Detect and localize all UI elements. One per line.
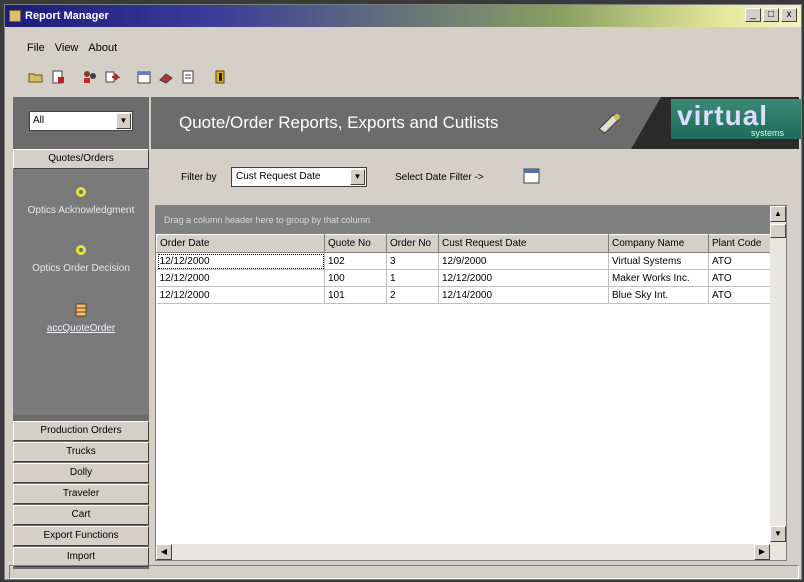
minimize-button[interactable]: _ bbox=[745, 8, 761, 22]
eraser-icon[interactable] bbox=[155, 67, 177, 87]
sidebar-item-optics-order[interactable]: Optics Order Decision bbox=[13, 241, 149, 274]
table-cell[interactable]: 101 bbox=[324, 286, 387, 304]
table-cell[interactable]: 1 bbox=[386, 269, 439, 287]
group-trucks[interactable]: Trucks bbox=[13, 442, 149, 462]
date-filter-label: Select Date Filter -> bbox=[395, 172, 484, 183]
group-by-area[interactable]: Drag a column header here to group by th… bbox=[156, 206, 770, 234]
report-icon[interactable] bbox=[47, 67, 69, 87]
table-row[interactable]: 12/12/2000 101 2 12/14/2000 Blue Sky Int… bbox=[156, 286, 771, 304]
sidebar-item-optics-ack[interactable]: Optics Acknowledgment bbox=[13, 183, 149, 216]
scroll-up-icon[interactable]: ▲ bbox=[770, 206, 786, 222]
exit-icon[interactable] bbox=[209, 67, 231, 87]
menu-bar: File View About bbox=[5, 39, 117, 57]
table-cell[interactable]: 100 bbox=[324, 269, 387, 287]
sidebar: All ▼ Quotes/Orders Optics Acknowledgmen… bbox=[13, 97, 149, 569]
table-cell[interactable]: 3 bbox=[386, 252, 439, 270]
table-cell[interactable]: Virtual Systems bbox=[608, 252, 709, 270]
title-bar[interactable]: Report Manager _ □ x bbox=[5, 5, 801, 27]
sidebar-item-label: Optics Acknowledgment bbox=[27, 205, 135, 216]
toolbar bbox=[25, 65, 231, 89]
scroll-right-icon[interactable]: ▶ bbox=[754, 544, 770, 560]
calendar-icon[interactable] bbox=[133, 67, 155, 87]
table-cell[interactable]: 12/12/2000 bbox=[156, 252, 325, 270]
table-cell[interactable]: 12/12/2000 bbox=[438, 269, 609, 287]
results-table: Order Date Quote No Order No Cust Reques… bbox=[156, 234, 771, 304]
sidebar-group-body: Optics Acknowledgment Optics Order Decis… bbox=[13, 169, 149, 415]
filter-by-select[interactable]: Cust Request Date ▼ bbox=[231, 167, 367, 187]
table-cell[interactable]: 12/12/2000 bbox=[156, 269, 325, 287]
sidebar-item-label: Optics Order Decision bbox=[32, 263, 130, 274]
tools-icon bbox=[598, 114, 620, 134]
group-production-orders[interactable]: Production Orders bbox=[13, 421, 149, 441]
status-bar bbox=[9, 565, 799, 579]
app-icon bbox=[9, 10, 21, 22]
main-panel: Quote/Order Reports, Exports and Cutlist… bbox=[151, 97, 801, 569]
scroll-left-icon[interactable]: ◀ bbox=[156, 544, 172, 560]
users-icon[interactable] bbox=[79, 67, 101, 87]
chevron-down-icon[interactable]: ▼ bbox=[116, 113, 131, 129]
open-folder-icon[interactable] bbox=[25, 67, 47, 87]
table-cell[interactable]: Maker Works Inc. bbox=[608, 269, 709, 287]
app-window: Report Manager _ □ x File View About All… bbox=[4, 4, 802, 580]
page-title: Quote/Order Reports, Exports and Cutlist… bbox=[179, 113, 499, 132]
table-cell[interactable]: ATO bbox=[708, 269, 771, 287]
group-import[interactable]: Import bbox=[13, 547, 149, 567]
window-title: Report Manager bbox=[25, 10, 109, 22]
table-row[interactable]: 12/12/2000 102 3 12/9/2000 Virtual Syste… bbox=[156, 252, 771, 270]
database-icon bbox=[75, 303, 87, 317]
group-traveler[interactable]: Traveler bbox=[13, 484, 149, 504]
export-icon[interactable] bbox=[101, 67, 123, 87]
table-cell[interactable]: 12/9/2000 bbox=[438, 252, 609, 270]
filter-by-label: Filter by bbox=[181, 172, 217, 183]
horizontal-scrollbar[interactable]: ◀ ▶ bbox=[156, 544, 770, 560]
column-header[interactable]: Order No bbox=[386, 234, 439, 253]
column-header[interactable]: Company Name bbox=[608, 234, 709, 253]
vertical-scrollbar[interactable]: ▲ ▼ bbox=[770, 206, 786, 560]
chevron-down-icon[interactable]: ▼ bbox=[350, 169, 365, 185]
table-cell[interactable]: ATO bbox=[708, 252, 771, 270]
results-grid: Drag a column header here to group by th… bbox=[155, 205, 787, 561]
table-cell[interactable]: 2 bbox=[386, 286, 439, 304]
table-cell[interactable]: 12/14/2000 bbox=[438, 286, 609, 304]
maximize-button[interactable]: □ bbox=[763, 8, 779, 22]
company-logo-subtitle: systems bbox=[751, 128, 785, 138]
report-gear-icon bbox=[76, 187, 86, 197]
menu-about[interactable]: About bbox=[88, 39, 117, 57]
calendar-icon[interactable] bbox=[523, 167, 541, 185]
filter-by-value: Cust Request Date bbox=[236, 171, 321, 182]
close-button[interactable]: x bbox=[781, 8, 797, 22]
column-header[interactable]: Quote No bbox=[324, 234, 387, 253]
sidebar-filter-value: All bbox=[33, 115, 45, 126]
group-dolly[interactable]: Dolly bbox=[13, 463, 149, 483]
table-row[interactable]: 12/12/2000 100 1 12/12/2000 Maker Works … bbox=[156, 269, 771, 287]
column-header[interactable]: Order Date bbox=[156, 234, 325, 253]
group-cart[interactable]: Cart bbox=[13, 505, 149, 525]
window-controls: _ □ x bbox=[745, 8, 797, 22]
menu-view[interactable]: View bbox=[55, 39, 79, 57]
table-cell[interactable]: 102 bbox=[324, 252, 387, 270]
scroll-down-icon[interactable]: ▼ bbox=[770, 526, 786, 542]
table-cell[interactable]: 12/12/2000 bbox=[156, 286, 325, 304]
table-cell[interactable]: Blue Sky Int. bbox=[608, 286, 709, 304]
group-quotes-orders[interactable]: Quotes/Orders bbox=[13, 149, 149, 169]
table-cell[interactable]: ATO bbox=[708, 286, 771, 304]
print-icon[interactable] bbox=[177, 67, 199, 87]
report-header: Quote/Order Reports, Exports and Cutlist… bbox=[151, 97, 801, 149]
column-header[interactable]: Plant Code bbox=[708, 234, 771, 253]
group-export-functions[interactable]: Export Functions bbox=[13, 526, 149, 546]
menu-file[interactable]: File bbox=[27, 39, 45, 57]
report-gear-icon bbox=[76, 245, 86, 255]
logo-divider bbox=[631, 97, 661, 149]
sidebar-item-label: accQuoteOrder bbox=[46, 323, 116, 334]
sidebar-filter-select[interactable]: All ▼ bbox=[29, 111, 133, 131]
column-header[interactable]: Cust Request Date bbox=[438, 234, 609, 253]
sidebar-item-acc-quote-order[interactable]: accQuoteOrder bbox=[13, 301, 149, 334]
scroll-thumb[interactable] bbox=[770, 224, 786, 238]
